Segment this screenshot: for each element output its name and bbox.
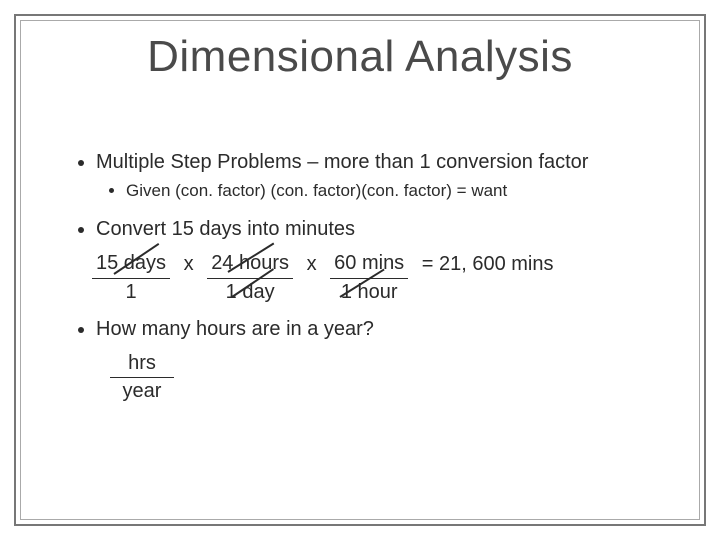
fraction-3-num: 60 mins [330, 251, 408, 279]
bullet-multistep: Multiple Step Problems – more than 1 con… [96, 150, 660, 201]
question-fraction: hrs year [110, 351, 660, 405]
calculation-row: 15 days 1 x 24 hours 1 day x 60 mins 1 h… [92, 251, 660, 305]
equals-result: = 21, 600 mins [414, 251, 562, 277]
sub-bullet-list: Given (con. factor) (con. factor)(con. f… [96, 180, 660, 202]
bullet-given-formula: Given (con. factor) (con. factor)(con. f… [126, 180, 660, 202]
slide: Dimensional Analysis Multiple Step Probl… [0, 0, 720, 540]
fraction-hrs-year: hrs year [110, 351, 174, 405]
fraction-1: 15 days 1 [92, 251, 170, 305]
slide-content: Multiple Step Problems – more than 1 con… [70, 150, 660, 417]
bullet-convert-days: Convert 15 days into minutes [96, 217, 660, 243]
slide-title: Dimensional Analysis [0, 32, 720, 82]
fraction-1-den: 1 [92, 279, 170, 306]
fraction-2-num: 24 hours [207, 251, 293, 279]
fraction-1-num: 15 days [92, 251, 170, 279]
times-2: x [299, 251, 325, 277]
bullet-list-2: How many hours are in a year? [70, 317, 660, 343]
bullet-multistep-text: Multiple Step Problems – more than 1 con… [96, 151, 588, 173]
bullet-list: Multiple Step Problems – more than 1 con… [70, 150, 660, 243]
fraction-3-den: 1 hour [330, 279, 408, 306]
fraction-hrs-num: hrs [110, 351, 174, 379]
times-1: x [176, 251, 202, 277]
fraction-year-den: year [110, 378, 174, 405]
bullet-hours-year: How many hours are in a year? [96, 317, 660, 343]
